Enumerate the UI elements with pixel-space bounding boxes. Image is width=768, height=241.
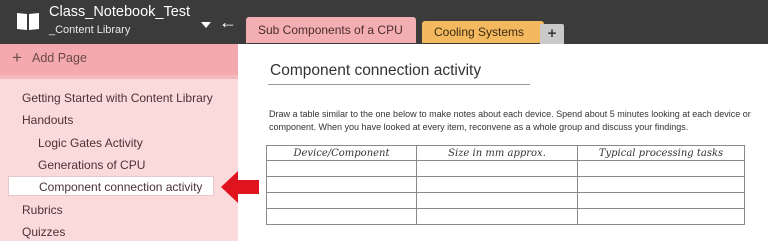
table-cell[interactable] [416, 176, 578, 193]
instructions-text[interactable]: Draw a table similar to the one below to… [269, 108, 764, 134]
table-cell[interactable] [577, 176, 745, 193]
add-page-label: Add Page [32, 51, 87, 65]
back-icon[interactable]: ← [219, 12, 237, 32]
sidebar-item-handouts[interactable]: Handouts [22, 113, 73, 127]
red-arrow-icon [221, 171, 259, 203]
page-title[interactable]: Component connection activity [270, 62, 481, 80]
section-group-name: _Content Library [49, 24, 131, 36]
column-header-tasks: Typical processing tasks [577, 145, 745, 161]
page-sidebar: + Add Page Getting Started with Content … [0, 44, 238, 241]
table-cell[interactable] [577, 160, 745, 177]
table-header-row: Device/Component Size in mm approx. Typi… [266, 145, 745, 161]
top-bar: Class_Notebook_Test _Content Library ← S… [0, 0, 768, 44]
table-cell[interactable] [577, 192, 745, 209]
notebook-icon [17, 13, 39, 30]
table-row [266, 160, 745, 177]
table-cell[interactable] [416, 160, 578, 177]
chevron-down-icon[interactable] [201, 22, 211, 28]
table-cell[interactable] [266, 208, 417, 225]
table-cell[interactable] [266, 176, 417, 193]
add-section-button[interactable]: + [540, 24, 564, 44]
page-content: Component connection activity Draw a tab… [239, 44, 768, 241]
sidebar-item-getting-started[interactable]: Getting Started with Content Library [22, 91, 213, 105]
tab-sub-components-of-a-cpu[interactable]: Sub Components of a CPU [246, 17, 416, 43]
plus-icon: + [12, 48, 22, 67]
table-cell[interactable] [416, 208, 578, 225]
notebook-switcher[interactable]: Class_Notebook_Test _Content Library [0, 0, 242, 44]
table-row [266, 208, 745, 225]
table-cell[interactable] [577, 208, 745, 225]
column-header-device: Device/Component [266, 145, 417, 161]
tab-label: Sub Components of a CPU [258, 23, 403, 37]
table-cell[interactable] [266, 192, 417, 209]
table-row [266, 192, 745, 209]
column-header-size: Size in mm approx. [416, 145, 578, 161]
tab-label: Cooling Systems [434, 25, 525, 39]
page-list: Getting Started with Content Library Han… [0, 79, 238, 241]
table-cell[interactable] [266, 160, 417, 177]
sidebar-item-generations-of-cpu[interactable]: Generations of CPU [38, 158, 145, 172]
sidebar-item-rubrics[interactable]: Rubrics [22, 203, 63, 217]
table-cell[interactable] [416, 192, 578, 209]
notes-table[interactable]: Device/Component Size in mm approx. Typi… [266, 145, 745, 225]
sidebar-item-component-connection[interactable]: Component connection activity [8, 176, 214, 196]
add-page-button[interactable]: + Add Page [0, 44, 238, 75]
tab-cooling-systems[interactable]: Cooling Systems [422, 21, 544, 43]
sidebar-item-quizzes[interactable]: Quizzes [22, 225, 65, 239]
table-row [266, 176, 745, 193]
title-underline [268, 84, 530, 85]
sidebar-item-logic-gates[interactable]: Logic Gates Activity [38, 136, 143, 150]
notebook-title: Class_Notebook_Test [49, 4, 191, 20]
